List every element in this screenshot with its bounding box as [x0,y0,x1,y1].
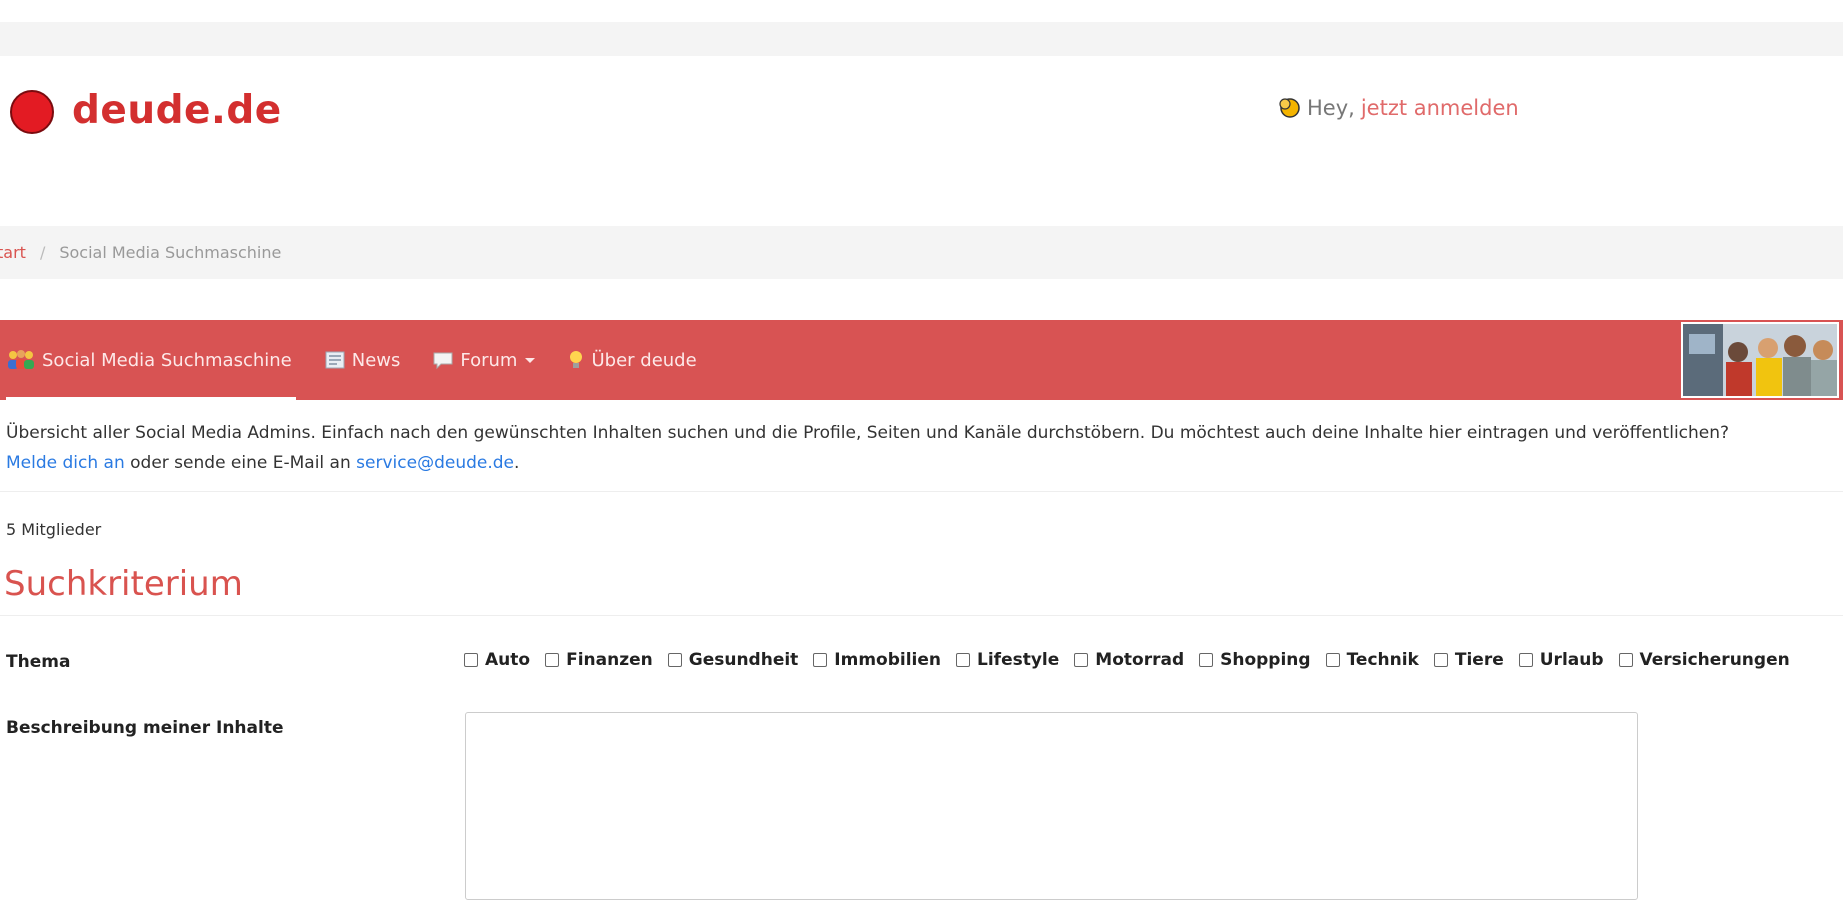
topic-checkbox-technik[interactable]: Technik [1325,650,1419,670]
topic-checkbox-urlaub[interactable]: Urlaub [1518,650,1604,670]
topic-checkbox-lifestyle[interactable]: Lifestyle [956,650,1059,670]
checkbox-label: Auto [485,650,531,670]
topic-label: Thema [6,652,71,672]
checkbox-label: Motorrad [1095,650,1185,670]
members-count: 5 Mitglieder [6,520,102,539]
checkbox[interactable] [545,653,560,667]
divider [0,615,1843,616]
active-nav-indicator [6,397,296,400]
topic-checkbox-versicherungen[interactable]: Versicherungen [1618,650,1790,670]
speech-bubble-icon [433,352,453,370]
checkbox[interactable] [667,653,682,667]
checkbox[interactable] [1199,653,1214,667]
checkbox[interactable] [956,653,971,667]
checkbox[interactable] [1325,653,1340,667]
topic-checkbox-group: Auto Finanzen Gesundheit Immobilien Life… [464,650,1805,670]
checkbox-label: Gesundheit [688,650,799,670]
nav-item-social-media-suchmaschine[interactable]: Social Media Suchmaschine [6,349,292,371]
nav-item-label: Forum [460,349,518,371]
topic-checkbox-shopping[interactable]: Shopping [1199,650,1311,670]
main-navbar: Social Media Suchmaschine News Forum Übe… [0,320,1843,400]
topic-checkbox-gesundheit[interactable]: Gesundheit [667,650,799,670]
checkbox-label: Urlaub [1539,650,1604,670]
checkbox[interactable] [1518,653,1533,667]
topic-checkbox-tiere[interactable]: Tiere [1433,650,1504,670]
nav-item-label: Über deude [591,349,697,371]
intro-text: Übersicht aller Social Media Admins. Ein… [6,418,1826,478]
description-label: Beschreibung meiner Inhalte [6,718,284,738]
checkbox[interactable] [1433,653,1448,667]
topic-checkbox-immobilien[interactable]: Immobilien [813,650,941,670]
breadcrumb-home-link[interactable]: tart [0,243,26,262]
login-link[interactable]: jetzt anmelden [1361,96,1519,120]
nav-item-forum[interactable]: Forum [432,349,536,371]
checkbox-label: Technik [1346,650,1419,670]
nav-item-news[interactable]: News [324,349,401,371]
topic-checkbox-motorrad[interactable]: Motorrad [1074,650,1184,670]
people-icon [8,350,34,369]
topic-checkbox-finanzen[interactable]: Finanzen [545,650,653,670]
user-greeting: Hey, jetzt anmelden [1277,96,1519,120]
lightbulb-icon [570,351,583,368]
nav-item-ueber-deude[interactable]: Über deude [567,349,697,371]
topic-checkbox-auto[interactable]: Auto [464,650,530,670]
checkbox-label: Finanzen [566,650,653,670]
description-textarea[interactable] [465,712,1638,900]
intro-end: . [514,453,520,473]
section-title: Suchkriterium [4,564,243,604]
chevron-down-icon [525,357,536,363]
checkbox[interactable] [1618,653,1633,667]
intro-middle-text: oder sende eine E-Mail an [130,453,351,473]
logo-icon[interactable] [10,90,54,134]
nav-item-label: News [351,349,401,371]
signup-link[interactable]: Melde dich an [6,453,125,473]
checkbox[interactable] [464,653,478,667]
breadcrumb-current: Social Media Suchmaschine [59,243,282,262]
breadcrumb-separator: / [39,243,46,262]
greeting-text: Hey, [1307,96,1355,120]
checkbox[interactable] [813,653,828,667]
checkbox-label: Immobilien [834,650,942,670]
checkbox-label: Tiere [1454,650,1504,670]
checkbox-label: Shopping [1220,650,1311,670]
checkbox-label: Lifestyle [977,650,1060,670]
divider [0,491,1843,492]
checkbox-label: Versicherungen [1639,650,1790,670]
newspaper-icon [325,351,345,369]
top-strip [0,22,1843,56]
intro-description: Übersicht aller Social Media Admins. Ein… [6,423,1730,443]
email-link[interactable]: service@deude.de [356,453,514,473]
user-avatar-icon [1277,96,1301,120]
checkbox[interactable] [1074,653,1089,667]
breadcrumb: tart / Social Media Suchmaschine [0,226,1843,279]
nav-item-label: Social Media Suchmaschine [42,349,292,371]
site-logo-text[interactable]: deude.de [72,88,282,133]
header-group-photo [1681,322,1839,398]
